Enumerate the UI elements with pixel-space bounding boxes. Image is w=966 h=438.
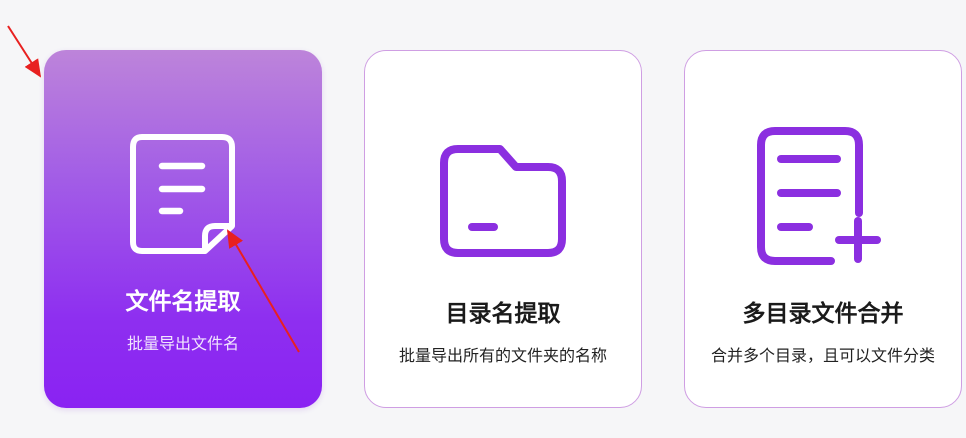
card-multi-dir-merge[interactable]: 多目录文件合并 合并多个目录，且可以文件分类 [684,50,962,408]
card-title: 目录名提取 [445,301,561,327]
card-subtitle: 批量导出所有的文件夹的名称 [398,346,607,365]
card-title: 多目录文件合并 [742,301,904,327]
document-icon [130,134,235,254]
card-title: 文件名提取 [125,289,241,315]
list-add-icon [757,127,881,265]
card-filename-extract[interactable]: 文件名提取 批量导出文件名 [44,50,322,408]
folder-icon [440,145,566,257]
card-subtitle: 合并多个目录，且可以文件分类 [710,346,935,365]
card-subtitle: 批量导出文件名 [126,334,239,353]
arrow-to-card-corner [7,25,42,78]
card-folder-extract[interactable]: 目录名提取 批量导出所有的文件夹的名称 [364,50,642,408]
